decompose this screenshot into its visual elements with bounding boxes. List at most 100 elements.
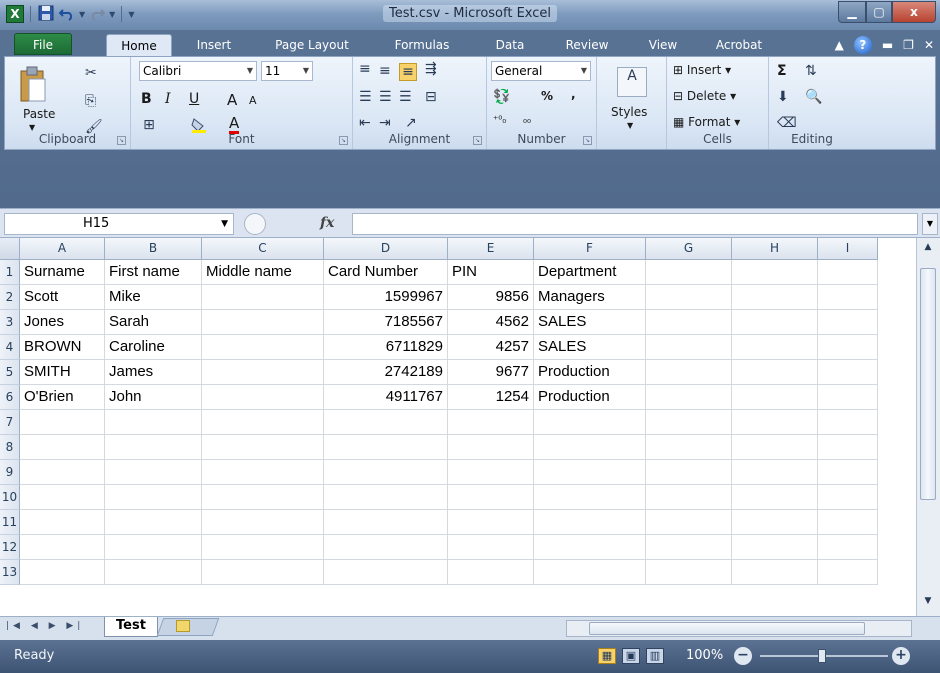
sheet-tab-test[interactable]: Test: [104, 617, 158, 637]
select-all-button[interactable]: [0, 238, 20, 260]
cell-b1[interactable]: First name: [105, 260, 202, 285]
cell-b11[interactable]: [105, 510, 202, 535]
cell-g1[interactable]: [646, 260, 732, 285]
cell-d12[interactable]: [324, 535, 448, 560]
cell-e2[interactable]: 9856: [448, 285, 534, 310]
cell-g5[interactable]: [646, 360, 732, 385]
cell-i12[interactable]: [818, 535, 878, 560]
cell-f5[interactable]: Production: [534, 360, 646, 385]
cell-a9[interactable]: [20, 460, 105, 485]
align-top-icon[interactable]: ≡: [359, 61, 371, 77]
cell-a6[interactable]: O'Brien: [20, 385, 105, 410]
cell-b7[interactable]: [105, 410, 202, 435]
cell-i13[interactable]: [818, 560, 878, 585]
tab-insert[interactable]: Insert: [186, 34, 242, 57]
expand-formula-bar-icon[interactable]: ▼: [922, 213, 938, 235]
italic-button[interactable]: I: [165, 91, 171, 107]
cell-f9[interactable]: [534, 460, 646, 485]
cell-e10[interactable]: [448, 485, 534, 510]
clipboard-launcher-icon[interactable]: ↘: [117, 136, 126, 145]
zoom-level[interactable]: 100%: [686, 648, 723, 663]
cell-c13[interactable]: [202, 560, 324, 585]
cell-c6[interactable]: [202, 385, 324, 410]
cell-d5[interactable]: 2742189: [324, 360, 448, 385]
page-layout-view-icon[interactable]: ▣: [622, 648, 640, 664]
cell-c3[interactable]: [202, 310, 324, 335]
row-header-1[interactable]: 1: [0, 260, 20, 285]
cell-c11[interactable]: [202, 510, 324, 535]
cell-e8[interactable]: [448, 435, 534, 460]
cell-d9[interactable]: [324, 460, 448, 485]
cell-b4[interactable]: Caroline: [105, 335, 202, 360]
name-box[interactable]: H15 ▼: [4, 213, 234, 235]
cell-b3[interactable]: Sarah: [105, 310, 202, 335]
cell-b13[interactable]: [105, 560, 202, 585]
zoom-out-button[interactable]: −: [734, 647, 752, 665]
tab-review[interactable]: Review: [556, 34, 618, 57]
tab-home[interactable]: Home: [106, 34, 172, 57]
paste-dropdown-icon[interactable]: ▼: [29, 123, 35, 132]
cell-c1[interactable]: Middle name: [202, 260, 324, 285]
row-header-9[interactable]: 9: [0, 460, 20, 485]
horizontal-scrollbar[interactable]: [566, 620, 912, 637]
tab-data[interactable]: Data: [486, 34, 534, 57]
autosum-button[interactable]: Σ: [777, 63, 787, 79]
align-left-icon[interactable]: ☰: [359, 89, 372, 105]
cell-a2[interactable]: Scott: [20, 285, 105, 310]
cell-g2[interactable]: [646, 285, 732, 310]
close-button[interactable]: x: [892, 1, 936, 23]
tab-acrobat[interactable]: Acrobat: [704, 34, 774, 57]
cell-a5[interactable]: SMITH: [20, 360, 105, 385]
alignment-launcher-icon[interactable]: ↘: [473, 136, 482, 145]
cell-i9[interactable]: [818, 460, 878, 485]
shrink-font-button[interactable]: A: [249, 94, 257, 107]
cell-g6[interactable]: [646, 385, 732, 410]
cell-g9[interactable]: [646, 460, 732, 485]
cell-g8[interactable]: [646, 435, 732, 460]
cell-a4[interactable]: BROWN: [20, 335, 105, 360]
cell-i11[interactable]: [818, 510, 878, 535]
number-format-combo[interactable]: General ▼: [491, 61, 591, 81]
cell-i10[interactable]: [818, 485, 878, 510]
orientation-icon[interactable]: ↗: [405, 115, 417, 131]
cell-b8[interactable]: [105, 435, 202, 460]
increase-decimal-button[interactable]: ⁺⁰₀: [493, 115, 506, 126]
cell-e4[interactable]: 4257: [448, 335, 534, 360]
copy-icon[interactable]: ⎘: [85, 93, 96, 109]
horizontal-scroll-thumb[interactable]: [589, 622, 865, 635]
cell-a1[interactable]: Surname: [20, 260, 105, 285]
align-middle-icon[interactable]: ≡: [379, 63, 391, 79]
find-select-icon[interactable]: 🔍: [805, 89, 822, 105]
cell-f2[interactable]: Managers: [534, 285, 646, 310]
cell-d11[interactable]: [324, 510, 448, 535]
sort-filter-icon[interactable]: ⇅: [805, 63, 817, 79]
row-header-11[interactable]: 11: [0, 510, 20, 535]
wrap-text-icon[interactable]: ⇶: [425, 61, 437, 77]
number-launcher-icon[interactable]: ↘: [583, 136, 592, 145]
cell-b10[interactable]: [105, 485, 202, 510]
cell-g13[interactable]: [646, 560, 732, 585]
close-workbook-icon[interactable]: ✕: [924, 38, 934, 52]
cell-d7[interactable]: [324, 410, 448, 435]
zoom-in-button[interactable]: +: [892, 647, 910, 665]
font-name-combo[interactable]: Calibri ▼: [139, 61, 257, 81]
cell-i8[interactable]: [818, 435, 878, 460]
help-icon[interactable]: ?: [853, 36, 872, 54]
cell-f6[interactable]: Production: [534, 385, 646, 410]
cell-e9[interactable]: [448, 460, 534, 485]
cell-b5[interactable]: James: [105, 360, 202, 385]
insert-function-icon[interactable]: fx: [320, 215, 334, 231]
align-bottom-icon[interactable]: ≡: [399, 63, 417, 81]
cell-d1[interactable]: Card Number: [324, 260, 448, 285]
normal-view-icon[interactable]: ▦: [598, 648, 616, 664]
page-break-preview-icon[interactable]: ▥: [646, 648, 664, 664]
cell-g12[interactable]: [646, 535, 732, 560]
cell-b2[interactable]: Mike: [105, 285, 202, 310]
cell-g10[interactable]: [646, 485, 732, 510]
cell-i2[interactable]: [818, 285, 878, 310]
cell-c4[interactable]: [202, 335, 324, 360]
font-size-combo[interactable]: 11 ▼: [261, 61, 313, 81]
cell-f4[interactable]: SALES: [534, 335, 646, 360]
cell-e11[interactable]: [448, 510, 534, 535]
restore-workbook-minimize-icon[interactable]: ▬: [882, 38, 893, 52]
